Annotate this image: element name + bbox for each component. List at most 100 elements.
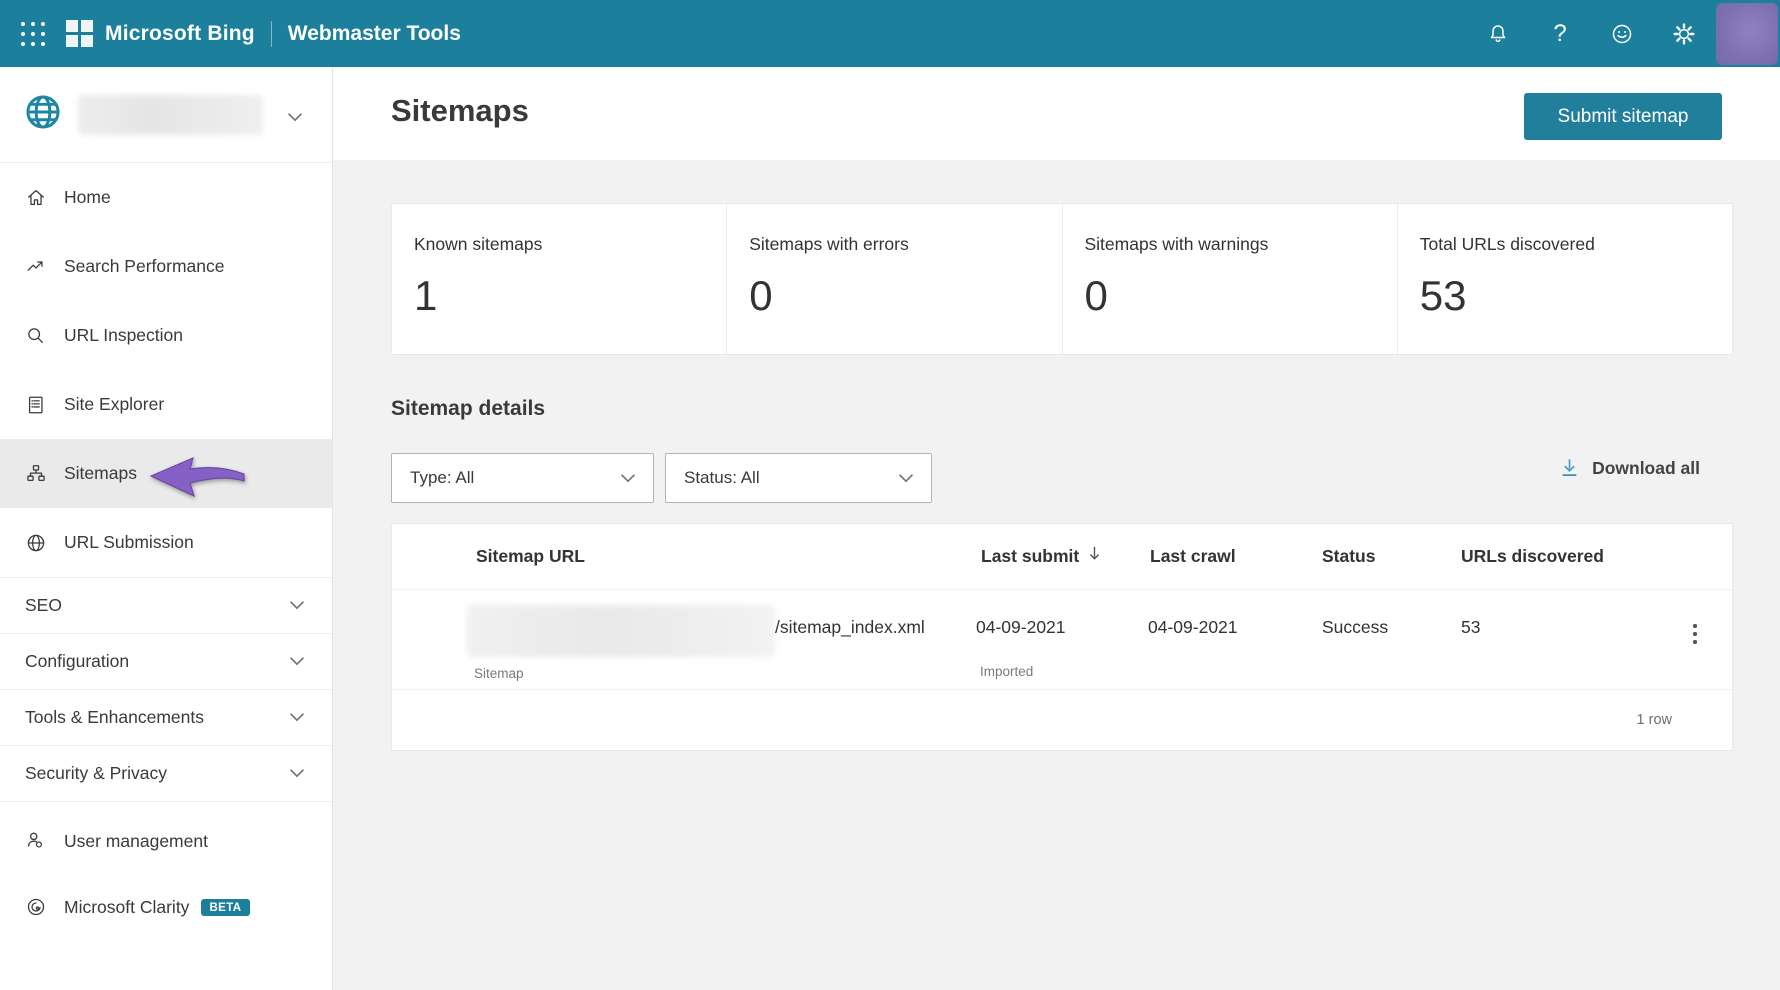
sitemap-url-suffix[interactable]: /sitemap_index.xml xyxy=(775,617,925,638)
stat-value: 0 xyxy=(1084,272,1108,319)
app-launcher-waffle-icon[interactable] xyxy=(18,19,48,49)
globe-icon xyxy=(25,531,49,555)
download-icon xyxy=(1562,459,1577,477)
chevron-down-icon xyxy=(290,601,304,610)
brand-name: Microsoft Bing xyxy=(105,21,255,45)
column-label: Last submit xyxy=(981,546,1080,566)
type-filter-dropdown[interactable]: Type: All xyxy=(391,453,654,503)
sidebar-item-label: URL Submission xyxy=(64,532,194,552)
section-label: Configuration xyxy=(25,651,130,671)
sidebar-section-security-privacy[interactable]: Security & Privacy xyxy=(0,745,332,801)
site-name-redacted-blur xyxy=(78,94,263,135)
microsoft-logo-icon xyxy=(66,20,93,47)
magnifier-icon xyxy=(25,324,49,348)
row-count: 1 row xyxy=(1636,712,1672,728)
page-title: Sitemaps xyxy=(391,93,529,128)
sidebar-item-label: Site Explorer xyxy=(64,394,165,414)
chevron-down-icon xyxy=(290,769,304,778)
sidebar: Home Search Performance URL Inspection S… xyxy=(0,67,333,990)
submit-sitemap-button[interactable]: Submit sitemap xyxy=(1524,93,1722,140)
site-selector[interactable] xyxy=(0,67,332,163)
sidebar-item-search-performance[interactable]: Search Performance xyxy=(0,232,332,301)
help-icon[interactable]: ? xyxy=(1542,16,1578,52)
sidebar-item-label: Search Performance xyxy=(64,256,225,276)
stat-label: Known sitemaps xyxy=(414,234,543,254)
sort-descending-icon xyxy=(1090,546,1100,560)
page-header: Sitemaps Submit sitemap xyxy=(333,67,1780,160)
status-value: Success xyxy=(1322,617,1389,637)
status-filter-value: Status: All xyxy=(684,468,760,487)
stat-total-urls-discovered: Total URLs discovered 53 xyxy=(1396,204,1732,354)
download-all-button[interactable]: Download all xyxy=(1560,457,1700,480)
sidebar-item-label: Home xyxy=(64,187,111,207)
sidebar-section-tools-enhancements[interactable]: Tools & Enhancements xyxy=(0,689,332,745)
column-header-urls-discovered[interactable]: URLs discovered xyxy=(1461,546,1604,567)
home-icon xyxy=(25,186,49,210)
chevron-down-icon xyxy=(899,473,913,482)
sidebar-item-user-management[interactable]: User management xyxy=(0,808,332,874)
stat-label: Sitemaps with errors xyxy=(749,234,909,254)
sidebar-item-home[interactable]: Home xyxy=(0,163,332,232)
stat-label: Sitemaps with warnings xyxy=(1084,234,1269,254)
section-label: Tools & Enhancements xyxy=(25,707,204,727)
sitemap-type-label: Sitemap xyxy=(474,666,524,681)
stats-summary-row: Known sitemaps 1 Sitemaps with errors 0 … xyxy=(391,203,1733,355)
download-all-label: Download all xyxy=(1592,458,1700,478)
stat-value: 1 xyxy=(414,272,438,319)
sidebar-item-microsoft-clarity[interactable]: Microsoft Clarity BETA xyxy=(0,874,332,940)
sidebar-item-label: User management xyxy=(64,830,208,851)
stat-sitemaps-with-warnings: Sitemaps with warnings 0 xyxy=(1061,204,1397,354)
submit-source: Imported xyxy=(980,664,1034,679)
main-content: Sitemaps Submit sitemap Known sitemaps 1… xyxy=(333,67,1780,990)
sidebar-item-site-explorer[interactable]: Site Explorer xyxy=(0,370,332,439)
stat-value: 53 xyxy=(1419,272,1467,319)
row-kebab-menu-icon[interactable] xyxy=(1684,620,1706,656)
section-label: Security & Privacy xyxy=(25,763,167,783)
beta-badge: BETA xyxy=(201,898,250,916)
status-filter-dropdown[interactable]: Status: All xyxy=(665,453,932,503)
stat-known-sitemaps: Known sitemaps 1 xyxy=(392,204,726,354)
clarity-icon xyxy=(25,895,49,919)
last-submit-date: 04-09-2021 xyxy=(976,617,1066,637)
column-header-sitemap-url[interactable]: Sitemap URL xyxy=(476,546,585,567)
table-header-row: Sitemap URL Last submit Last crawl Statu… xyxy=(392,524,1732,590)
document-list-icon xyxy=(25,393,49,417)
column-header-status[interactable]: Status xyxy=(1322,546,1375,567)
user-avatar[interactable] xyxy=(1716,3,1778,65)
top-app-bar: Microsoft Bing Webmaster Tools ? xyxy=(0,0,1780,67)
table-footer: 1 row xyxy=(392,690,1732,750)
site-selector-chevron-down-icon xyxy=(288,109,302,127)
sidebar-item-sitemaps[interactable]: Sitemaps xyxy=(0,439,332,508)
stat-sitemaps-with-errors: Sitemaps with errors 0 xyxy=(726,204,1061,354)
section-label: SEO xyxy=(25,595,62,615)
sidebar-item-label: Microsoft Clarity xyxy=(64,896,190,917)
stat-value: 0 xyxy=(749,272,773,319)
sidebar-sections: SEO Configuration Tools & Enhancements S… xyxy=(0,577,332,802)
chevron-down-icon xyxy=(290,657,304,666)
last-crawl-date: 04-09-2021 xyxy=(1148,617,1238,637)
sitemap-details-heading: Sitemap details xyxy=(391,397,546,420)
urls-discovered-value: 53 xyxy=(1461,617,1481,637)
sidebar-item-url-submission[interactable]: URL Submission xyxy=(0,508,332,577)
table-row[interactable]: /sitemap_index.xml Sitemap 04-09-2021 Im… xyxy=(392,590,1732,690)
user-management-icon xyxy=(25,829,49,853)
column-header-last-crawl[interactable]: Last crawl xyxy=(1150,546,1236,567)
sitemaps-table: Sitemap URL Last submit Last crawl Statu… xyxy=(391,523,1733,751)
sidebar-item-url-inspection[interactable]: URL Inspection xyxy=(0,301,332,370)
column-header-last-submit[interactable]: Last submit xyxy=(981,546,1100,567)
feedback-smiley-icon[interactable] xyxy=(1604,16,1640,52)
stat-label: Total URLs discovered xyxy=(1419,234,1595,254)
product-name: Webmaster Tools xyxy=(287,21,461,45)
settings-gear-icon[interactable] xyxy=(1666,16,1702,52)
sitemap-url-redacted-blur xyxy=(467,605,775,657)
sidebar-footer: User management Microsoft Clarity BETA xyxy=(0,802,332,940)
sitemap-hierarchy-icon xyxy=(25,462,49,486)
sidebar-item-label: URL Inspection xyxy=(64,325,183,345)
brand-divider xyxy=(270,20,272,47)
chevron-down-icon xyxy=(290,713,304,722)
notifications-bell-icon[interactable] xyxy=(1480,16,1516,52)
avatar-redacted-blur xyxy=(1716,3,1778,65)
sidebar-section-seo[interactable]: SEO xyxy=(0,577,332,633)
sidebar-section-configuration[interactable]: Configuration xyxy=(0,633,332,689)
sidebar-item-label: Sitemaps xyxy=(64,463,137,483)
